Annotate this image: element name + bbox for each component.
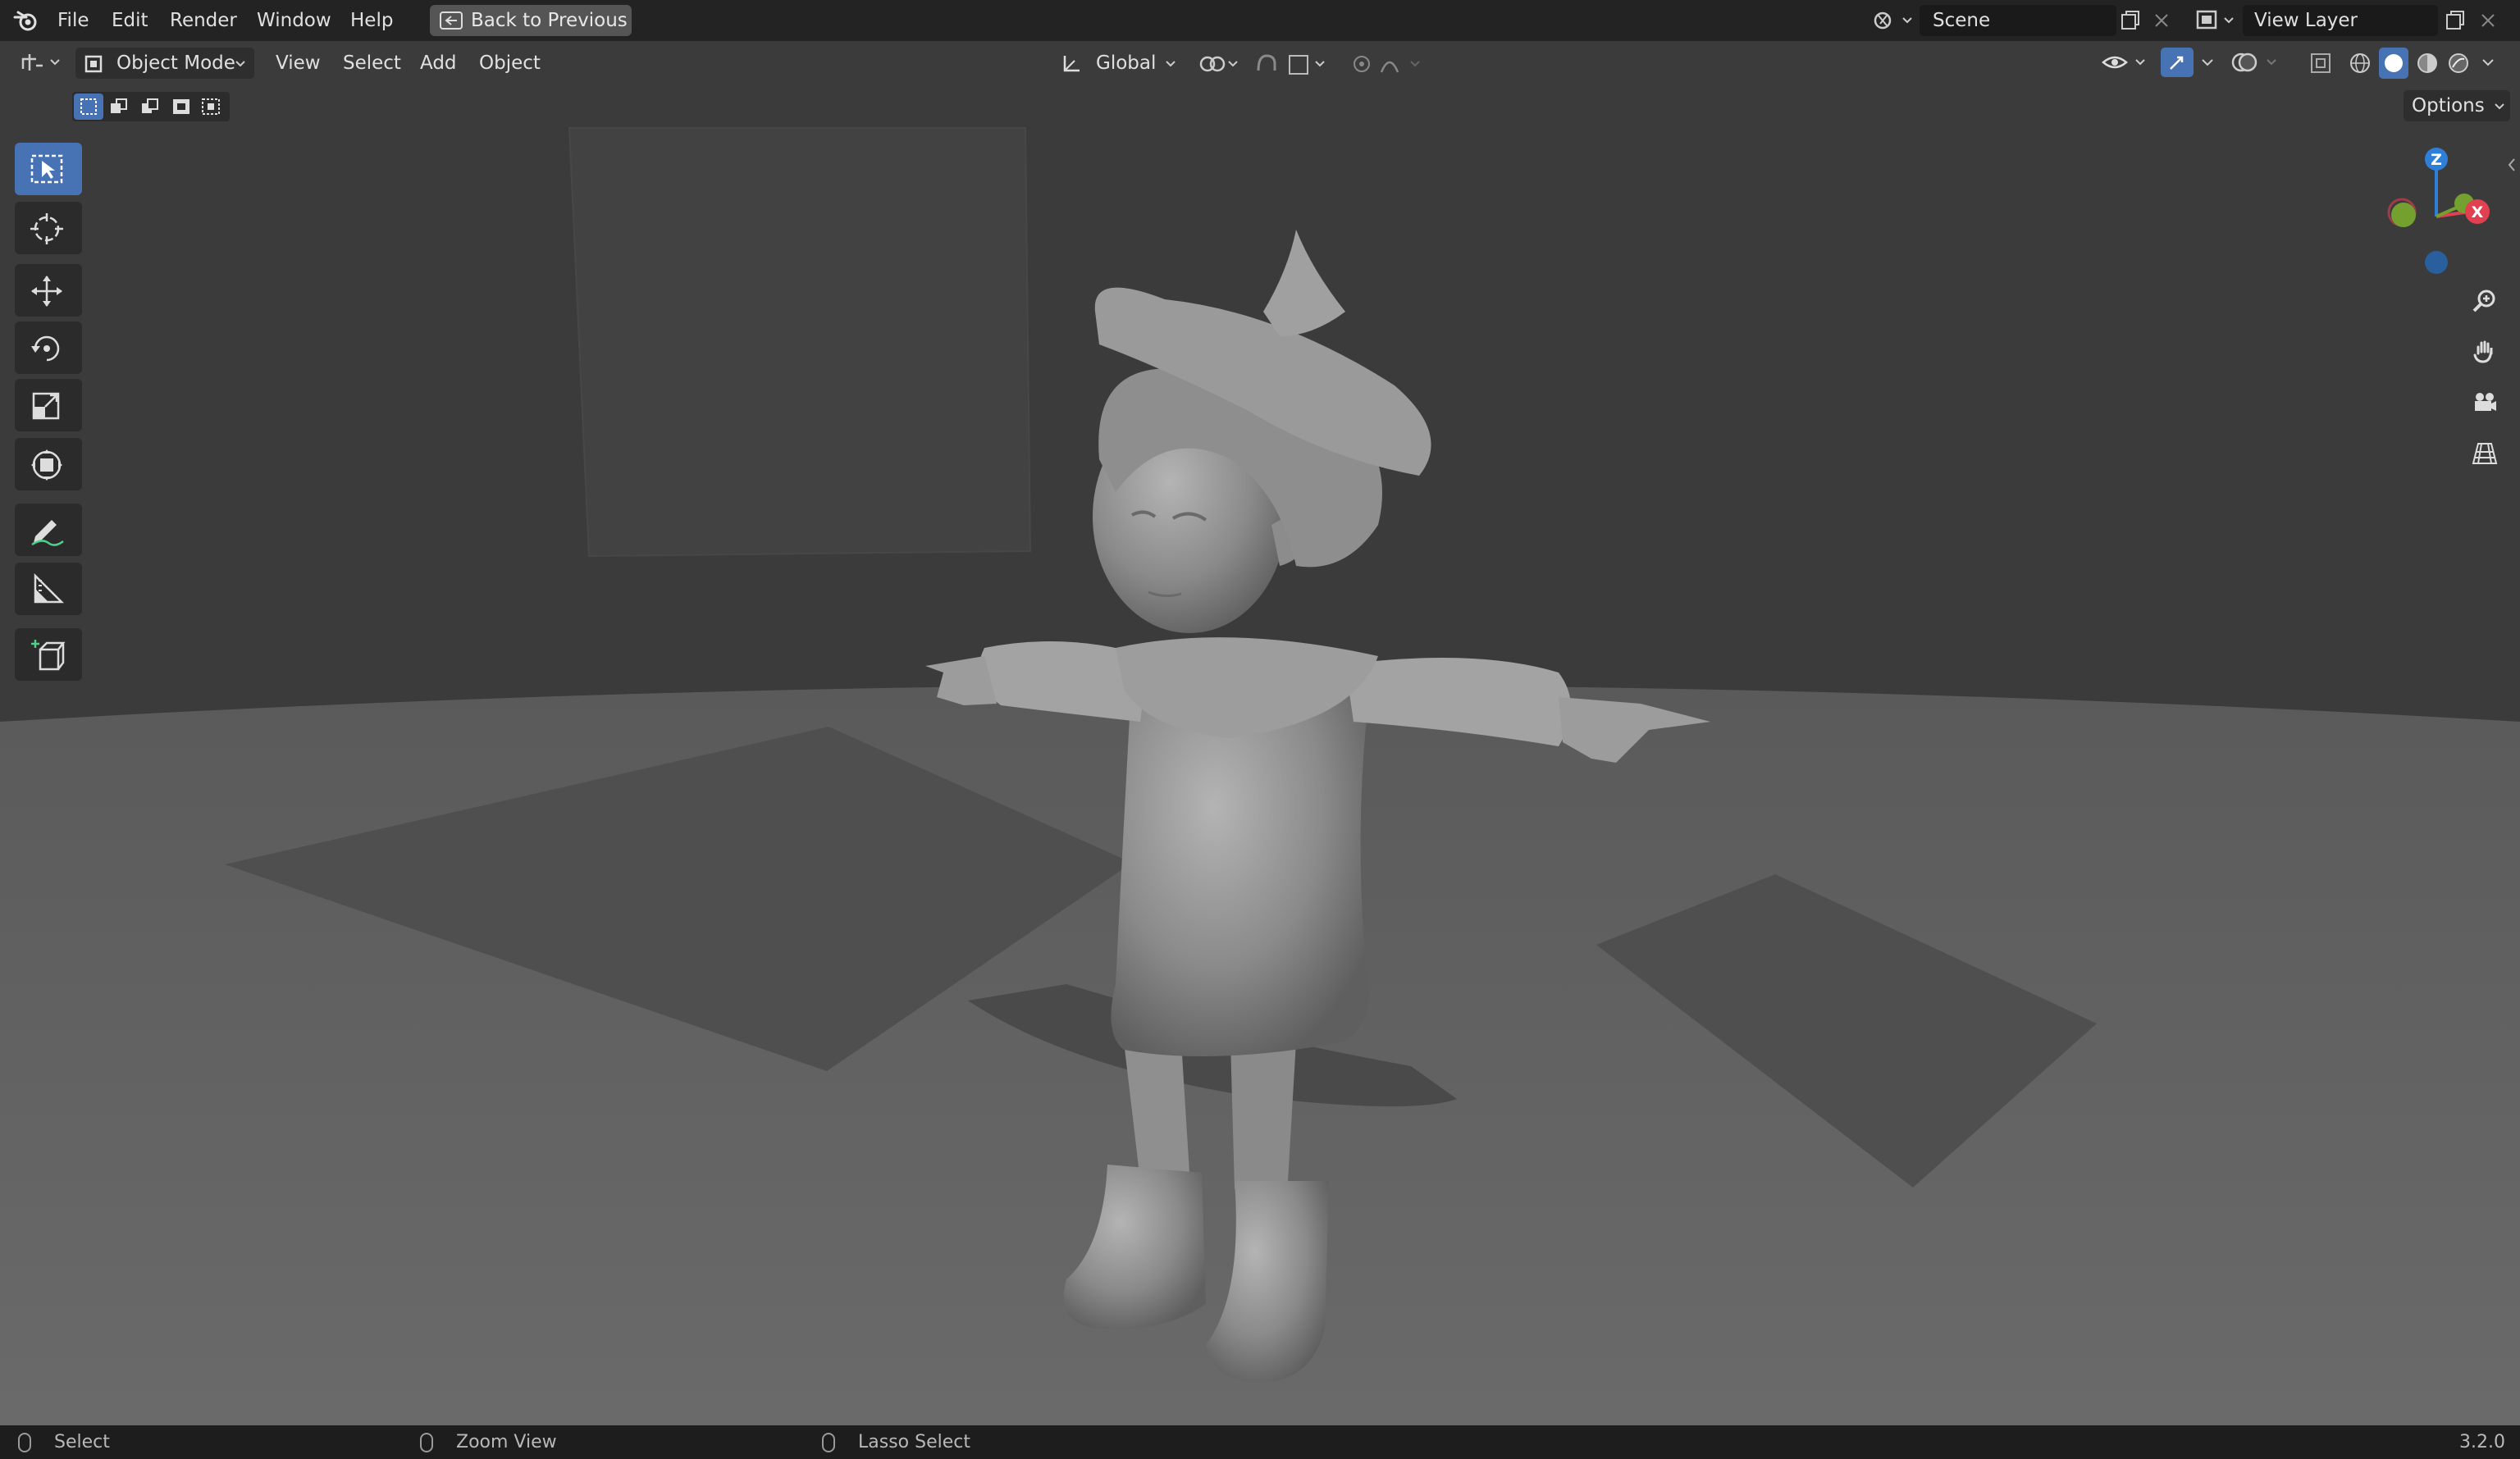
menu-file[interactable]: File bbox=[57, 0, 89, 41]
transform-orientation-dropdown[interactable]: Global bbox=[1052, 48, 1183, 79]
top-menu-bar: File Edit Render Window Help Back to Pre… bbox=[0, 0, 2520, 41]
status-select: Select bbox=[54, 1432, 110, 1452]
cursor-tool[interactable] bbox=[15, 202, 82, 254]
scale-icon bbox=[32, 392, 60, 420]
move-tool[interactable] bbox=[15, 264, 82, 317]
back-to-previous-label: Back to Previous bbox=[471, 10, 628, 31]
zoom-button[interactable] bbox=[2464, 280, 2505, 321]
rotate-icon bbox=[31, 335, 60, 362]
back-to-previous-button[interactable]: Back to Previous bbox=[430, 5, 632, 36]
rotate-tool[interactable] bbox=[15, 321, 82, 374]
annotate-tool[interactable] bbox=[15, 504, 82, 556]
object-mode-dropdown[interactable]: Object Mode bbox=[75, 48, 254, 79]
measure-icon bbox=[34, 572, 65, 604]
editor-type-icon[interactable] bbox=[18, 49, 64, 75]
view-layer-selector-icon[interactable] bbox=[2195, 7, 2238, 34]
delete-scene-icon[interactable] bbox=[2152, 11, 2171, 30]
select-invert-icon[interactable] bbox=[171, 97, 194, 116]
chevron-down-icon bbox=[2495, 103, 2504, 110]
visibility-icon[interactable] bbox=[2100, 49, 2151, 75]
camera-view-button[interactable] bbox=[2464, 382, 2505, 423]
add-cube-tool[interactable] bbox=[15, 628, 82, 681]
scene-selector-icon[interactable] bbox=[1872, 7, 1915, 34]
measure-tool[interactable] bbox=[15, 563, 82, 615]
cursor-icon bbox=[30, 213, 63, 244]
chevron-down-icon[interactable] bbox=[2481, 57, 2495, 69]
blender-logo-icon[interactable] bbox=[13, 9, 38, 32]
grid-icon bbox=[2472, 443, 2498, 464]
view-layer-field[interactable]: View Layer bbox=[2243, 5, 2438, 36]
menu-select[interactable]: Select bbox=[343, 48, 401, 79]
mouse-right-icon bbox=[822, 1433, 835, 1452]
status-lasso-select: Lasso Select bbox=[858, 1432, 970, 1452]
mouse-left-icon bbox=[18, 1433, 31, 1452]
3d-viewport[interactable]: Object Mode View Select Add Object Globa… bbox=[0, 41, 2520, 1425]
solid-shading-icon bbox=[2385, 54, 2403, 72]
pan-button[interactable] bbox=[2464, 331, 2505, 372]
view-layer-name: View Layer bbox=[2254, 10, 2358, 31]
new-scene-icon[interactable] bbox=[2120, 10, 2141, 31]
hand-pan-icon bbox=[2473, 340, 2493, 363]
menu-add[interactable]: Add bbox=[420, 48, 457, 79]
menu-edit[interactable]: Edit bbox=[112, 0, 148, 41]
zoom-icon bbox=[2472, 290, 2495, 312]
camera-icon bbox=[2475, 393, 2496, 411]
status-zoom-view: Zoom View bbox=[456, 1432, 557, 1452]
transform-orientation-label: Global bbox=[1096, 52, 1157, 74]
viewport-scene bbox=[0, 41, 2520, 1425]
scene-name-field[interactable]: Scene bbox=[1920, 5, 2116, 36]
transform-tool[interactable] bbox=[15, 438, 82, 490]
gizmo-toggle[interactable] bbox=[2161, 48, 2194, 77]
select-extend-icon[interactable] bbox=[108, 97, 131, 116]
rendered-shading-icon[interactable] bbox=[2446, 51, 2471, 75]
options-label: Options bbox=[2412, 95, 2485, 116]
new-view-layer-icon[interactable] bbox=[2445, 10, 2466, 31]
version-label: 3.2.0 bbox=[2459, 1432, 2505, 1452]
chevron-down-icon bbox=[235, 61, 245, 67]
transform-icon bbox=[31, 449, 62, 481]
select-new-button[interactable] bbox=[74, 93, 103, 120]
snap-icon[interactable] bbox=[1253, 51, 1335, 77]
back-icon bbox=[440, 11, 463, 30]
menu-render[interactable]: Render bbox=[170, 0, 237, 41]
sidebar-toggle-icon[interactable] bbox=[2505, 156, 2518, 174]
menu-view[interactable]: View bbox=[276, 48, 321, 79]
object-mode-icon bbox=[84, 55, 103, 73]
object-mode-label: Object Mode bbox=[116, 52, 235, 74]
annotate-icon bbox=[31, 520, 64, 546]
scene-name: Scene bbox=[1933, 10, 1991, 31]
add-cube-icon bbox=[31, 640, 66, 671]
select-box-tool[interactable] bbox=[15, 143, 82, 195]
menu-object[interactable]: Object bbox=[479, 48, 541, 79]
xray-icon[interactable] bbox=[2308, 51, 2333, 75]
pivot-icon[interactable] bbox=[1196, 51, 1244, 77]
menu-window[interactable]: Window bbox=[257, 0, 331, 41]
chevron-down-icon[interactable] bbox=[2200, 57, 2215, 69]
select-box-icon bbox=[30, 154, 63, 184]
ortho-toggle-button[interactable] bbox=[2464, 433, 2505, 474]
material-shading-icon[interactable] bbox=[2415, 51, 2440, 75]
wireframe-shading-icon[interactable] bbox=[2348, 51, 2372, 75]
status-bar: Select Zoom View Lasso Select 3.2.0 bbox=[0, 1425, 2520, 1459]
select-subtract-icon[interactable] bbox=[139, 97, 162, 116]
overlay-icon[interactable] bbox=[2230, 49, 2285, 75]
gizmo-z-label: Z bbox=[2431, 151, 2442, 169]
options-dropdown[interactable]: Options bbox=[2404, 90, 2510, 121]
gizmo-icon bbox=[2170, 56, 2184, 70]
transform-orientation-icon bbox=[1063, 56, 1080, 72]
mouse-middle-icon bbox=[420, 1433, 433, 1452]
scale-tool[interactable] bbox=[15, 379, 82, 431]
gizmo-x-label: X bbox=[2472, 203, 2484, 221]
select-intersect-icon[interactable] bbox=[200, 97, 223, 116]
chevron-down-icon bbox=[1166, 61, 1176, 67]
solid-shading-button[interactable] bbox=[2379, 48, 2408, 79]
selection-mode-group bbox=[72, 92, 230, 121]
menu-help[interactable]: Help bbox=[350, 0, 393, 41]
move-icon bbox=[31, 276, 62, 307]
proportional-edit-icon[interactable] bbox=[1349, 51, 1431, 77]
delete-view-layer-icon[interactable] bbox=[2479, 11, 2497, 30]
select-new-icon bbox=[80, 98, 97, 115]
